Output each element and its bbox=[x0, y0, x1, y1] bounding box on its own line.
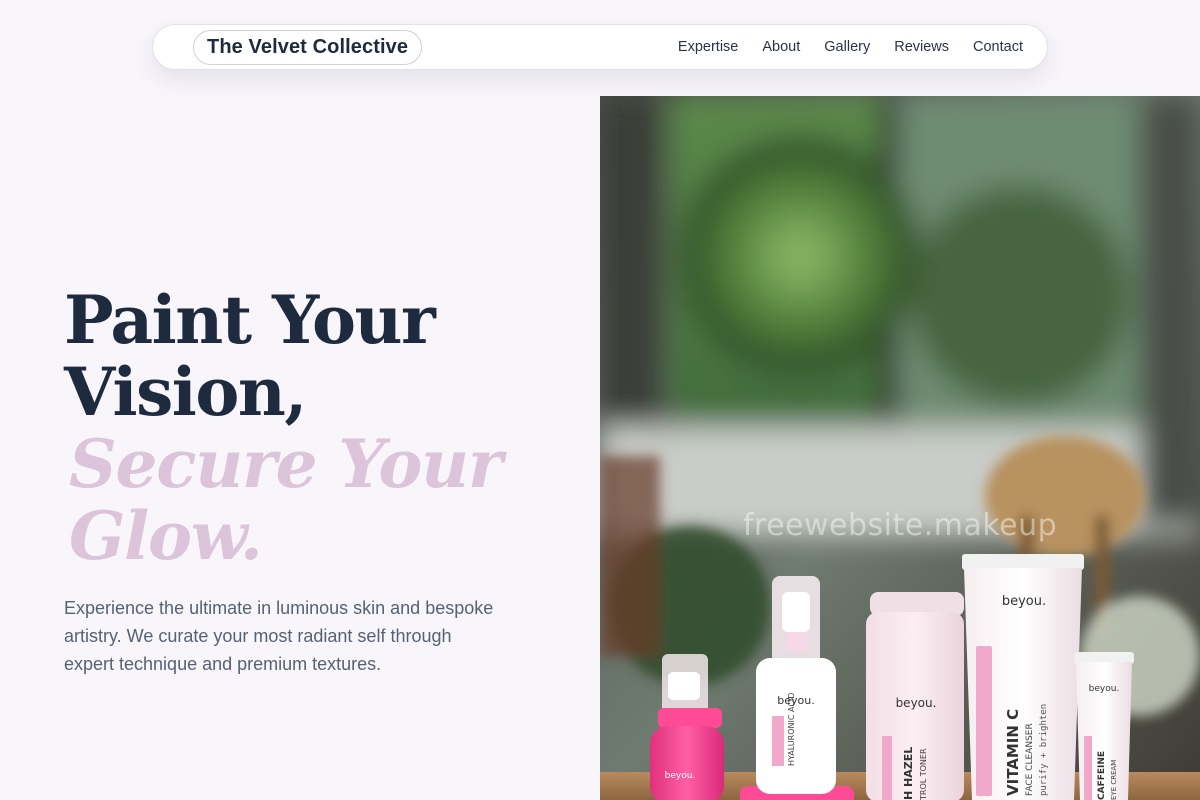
cleanser-tube: beyou. VITAMIN C FACE CLEANSER purify + … bbox=[962, 554, 1084, 800]
brand-logo[interactable]: The Velvet Collective bbox=[193, 29, 423, 65]
eyecream-label: CAFFEINE bbox=[1097, 751, 1107, 800]
toner-label: H HAZEL bbox=[902, 747, 915, 800]
nav-links: Expertise About Gallery Reviews Contact bbox=[678, 39, 1023, 55]
eyecream-brand: beyou. bbox=[1089, 684, 1120, 694]
cleanser-tagline: purify + brighten bbox=[1039, 704, 1049, 796]
toner-brand: beyou. bbox=[896, 696, 937, 710]
eyecream-sublabel: EYE CREAM bbox=[1110, 760, 1118, 800]
hero-title: Paint Your Vision, Secure Your Glow. bbox=[64, 284, 584, 572]
hero-title-line-2: Vision, bbox=[64, 353, 307, 431]
pump-bottle-brand: beyou. bbox=[665, 771, 696, 781]
cleanser-sublabel: FACE CLEANSER bbox=[1025, 723, 1035, 796]
product-photo-illustration: beyou. beyou. HYALURONIC ACID beyou. H H… bbox=[600, 96, 1200, 800]
nav-link-reviews[interactable]: Reviews bbox=[894, 39, 949, 55]
hero-accent-line-2: Glow. bbox=[69, 497, 263, 575]
cleanser-label: VITAMIN C bbox=[1004, 709, 1022, 796]
hero-description: Experience the ultimate in luminous skin… bbox=[64, 598, 494, 674]
nav-link-expertise[interactable]: Expertise bbox=[678, 39, 738, 55]
nav-link-about[interactable]: About bbox=[762, 39, 800, 55]
watermark-text: freewebsite.makeup bbox=[742, 508, 1058, 543]
serum-brand: beyou. bbox=[777, 694, 814, 707]
toner-sublabel: TROL TONER bbox=[919, 748, 928, 800]
eyecream-tube: beyou. CAFFEINE EYE CREAM bbox=[1074, 652, 1134, 800]
nav-link-gallery[interactable]: Gallery bbox=[824, 39, 870, 55]
hero-title-line-1: Paint Your bbox=[64, 281, 436, 359]
nav-link-contact[interactable]: Contact bbox=[973, 39, 1023, 55]
hero-product-image: beyou. beyou. HYALURONIC ACID beyou. H H… bbox=[600, 96, 1200, 800]
hero-accent-line-1: Secure Your bbox=[69, 425, 503, 503]
serum-label: HYALURONIC ACID bbox=[787, 693, 796, 766]
toner-bottle: beyou. H HAZEL TROL TONER bbox=[866, 592, 964, 800]
top-navigation: The Velvet Collective Expertise About Ga… bbox=[152, 24, 1048, 70]
cleanser-brand: beyou. bbox=[1002, 594, 1046, 609]
